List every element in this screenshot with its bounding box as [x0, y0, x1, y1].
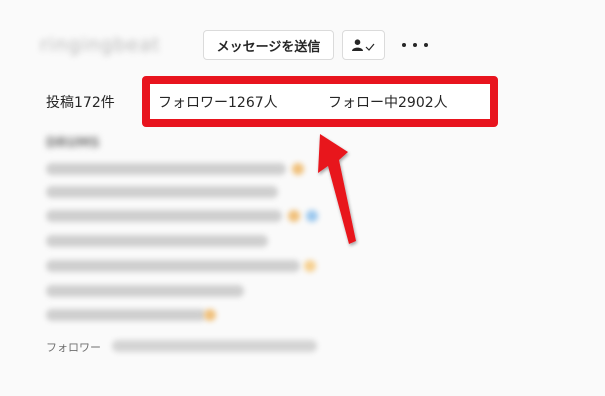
emoji-icon — [306, 210, 318, 222]
bio-line — [46, 210, 282, 222]
send-message-button[interactable]: メッセージを送信 — [203, 30, 334, 60]
following-toggle-button[interactable] — [342, 30, 385, 60]
bio-line — [46, 235, 268, 247]
followers-count-link[interactable]: フォロワー1267人 — [158, 92, 278, 112]
username: ringingbeat — [40, 34, 161, 56]
bio-name: DRUMS — [46, 136, 100, 151]
bio-line — [46, 285, 244, 297]
emoji-icon — [304, 260, 316, 272]
check-icon — [365, 36, 375, 55]
emoji-icon — [292, 163, 304, 175]
emoji-icon — [204, 309, 216, 321]
following-count-link[interactable]: フォロー中2902人 — [328, 92, 448, 112]
posts-count: 投稿172件 — [46, 95, 115, 111]
followed-by-names — [112, 340, 317, 352]
bio-line — [46, 186, 278, 198]
emoji-icon — [288, 210, 300, 222]
person-icon — [352, 36, 363, 55]
bio-line — [46, 163, 286, 175]
followed-by-label: フォロワー — [46, 341, 101, 354]
bio-line — [46, 309, 206, 321]
bio-line — [46, 260, 300, 272]
more-options-icon[interactable] — [402, 36, 428, 54]
